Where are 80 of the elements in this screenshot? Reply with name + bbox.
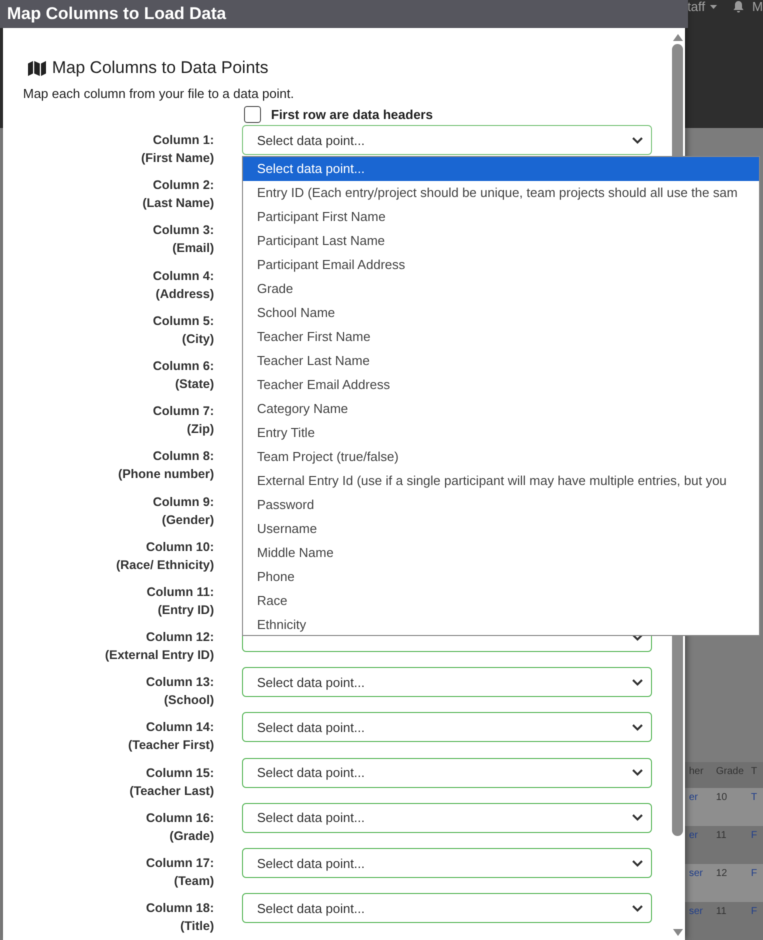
table-cell-text: ser <box>689 868 704 879</box>
column-label: Column 6: (State) <box>152 358 214 393</box>
chevron-down-icon <box>632 904 643 912</box>
column-label: Column 2: (Last Name) <box>141 177 214 212</box>
table-cell-text: F <box>751 906 758 917</box>
dropdown-option[interactable]: Race <box>243 589 759 613</box>
dropdown-option[interactable]: School Name <box>243 301 759 325</box>
column-label: Column 16: (Grade) <box>144 810 214 845</box>
select-field[interactable]: Select data point... <box>242 712 652 742</box>
dropdown-option[interactable]: Phone <box>243 565 759 589</box>
chevron-down-icon <box>632 724 643 731</box>
table-cell-text: er <box>689 792 699 803</box>
dropdown-option[interactable]: Teacher Email Address <box>243 373 759 397</box>
select-field[interactable]: Select data point... <box>242 758 652 788</box>
select-field[interactable]: Select data point... <box>242 802 652 833</box>
dropdown-option[interactable]: Select data point... <box>243 157 759 181</box>
dropdown-option[interactable]: Teacher First Name <box>243 325 759 349</box>
map-icon <box>28 60 46 76</box>
table-cell-text: 12 <box>716 868 728 879</box>
chevron-down-icon <box>632 634 643 641</box>
column-label: Column 1: (First Name) <box>140 132 214 167</box>
column-label: Column 15: (Teacher Last) <box>128 764 214 800</box>
column-label: Column 3: (Email) <box>152 222 214 258</box>
column-label: Column 4: (Address) <box>152 268 214 303</box>
select-field[interactable]: Select data point... <box>242 893 652 924</box>
table-cell-text: er <box>689 830 699 841</box>
dropdown-option[interactable]: Participant First Name <box>243 205 759 229</box>
chevron-down-icon <box>632 814 643 822</box>
dropdown-option[interactable]: Grade <box>243 277 759 301</box>
table-cell-text: ser <box>689 906 704 917</box>
column-label: Column 9: (Gender) <box>152 494 214 529</box>
column-label: Column 7: (Zip) <box>152 403 214 438</box>
column-label: Column 13: (School) <box>144 674 214 710</box>
column-label: Column 12: (External Entry ID) <box>104 629 214 664</box>
table-cell-text: 10 <box>716 792 728 803</box>
dropdown-option[interactable]: Entry Title <box>243 421 759 445</box>
chevron-down-icon <box>632 769 643 776</box>
table-cell-text: 11 <box>716 830 728 841</box>
column-label: Column 10: (Race/ Ethnicity) <box>115 538 214 574</box>
dropdown-option[interactable]: Team Project (true/false) <box>243 445 759 469</box>
chevron-down-icon <box>632 136 643 144</box>
dropdown-option[interactable]: Participant Email Address <box>243 253 759 277</box>
column-label: Column 18: (Title) <box>144 900 214 936</box>
column-label: Column 14: (Teacher First) <box>127 719 214 754</box>
column-label: Column 5: (City) <box>152 312 214 348</box>
modal-title: Map Columns to Load Data <box>0 0 688 28</box>
section-heading: Map Columns to Data Points <box>52 58 268 78</box>
select-field[interactable]: Select data point... <box>242 125 652 155</box>
table-cell-text: F <box>751 868 758 879</box>
caret-icon <box>710 5 718 9</box>
scroll-down-icon <box>672 929 682 936</box>
bell-icon <box>733 1 744 13</box>
column-label: Column 17: (Team) <box>144 855 214 890</box>
checkbox-label: First row are data headers <box>271 106 433 122</box>
column-header: T <box>751 766 758 777</box>
column-label: Column 11: (Entry ID) <box>146 584 214 619</box>
column-header: her <box>689 766 704 777</box>
column-header: Grade <box>716 766 745 777</box>
dropdown-option[interactable]: Category Name <box>243 397 759 421</box>
dropdown-option[interactable]: Ethnicity <box>243 613 759 635</box>
table-cell-text: 11 <box>716 906 728 917</box>
user-initial[interactable]: M <box>752 0 763 14</box>
chevron-down-icon <box>632 860 643 866</box>
dropdown-option[interactable]: External Entry Id (use if a single participant will may have multiple entries, but you <box>243 469 759 493</box>
description-text: Map each column from your file to a data point. <box>23 86 295 101</box>
scroll-up-icon <box>672 34 682 41</box>
user-menu[interactable]: taff <box>687 0 718 14</box>
dropdown-option[interactable]: Username <box>243 517 759 541</box>
chevron-down-icon <box>632 678 643 686</box>
table-cell-text: F <box>751 830 758 841</box>
dropdown-option[interactable]: Participant Last Name <box>243 229 759 253</box>
dropdown-option[interactable]: Password <box>243 493 759 517</box>
column-label: Column 8: (Phone number) <box>117 448 214 484</box>
select-field[interactable]: Select data point... <box>242 848 652 878</box>
dropdown-option[interactable]: Middle Name <box>243 541 759 565</box>
table-cell-text: T <box>751 792 758 803</box>
select-field[interactable]: Select data point... <box>242 667 652 698</box>
dropdown-option[interactable]: Teacher Last Name <box>243 349 759 373</box>
checkbox[interactable] <box>244 106 261 122</box>
dropdown-option[interactable]: Entry ID (Each entry/project should be unique, team projects should all use the sam <box>243 181 759 205</box>
